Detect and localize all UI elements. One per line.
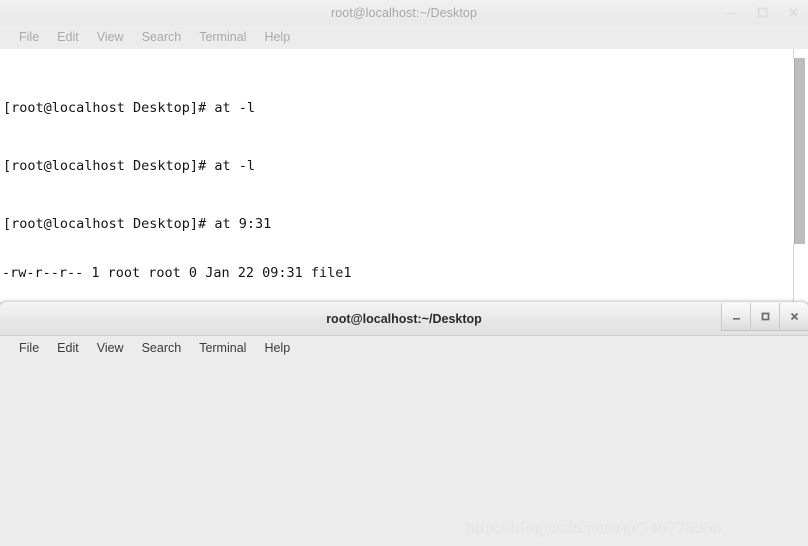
menu-item-file[interactable]: File bbox=[10, 339, 48, 357]
background-window-titlebar[interactable]: root@localhost:~/Desktop bbox=[0, 0, 808, 25]
menu-item-help[interactable]: Help bbox=[255, 339, 299, 357]
menu-item-edit[interactable]: Edit bbox=[48, 339, 88, 357]
menu-item-edit[interactable]: Edit bbox=[48, 28, 88, 46]
background-window-menubar[interactable]: File Edit View Search Terminal Help bbox=[0, 25, 808, 49]
terminal-line: -rw-r--r-- 1 root root 0 Jan 22 09:31 fi… bbox=[2, 265, 352, 282]
foreground-window-titlebar[interactable]: root@localhost:~/Desktop bbox=[0, 302, 808, 336]
minimize-icon[interactable] bbox=[725, 6, 738, 19]
foreground-terminal-output[interactable]: [root@localhost Desktop]# at -l [root@lo… bbox=[0, 58, 790, 244]
watermark-text: http://blog.csdn.net/zgc546775956 bbox=[466, 518, 722, 537]
menu-item-help[interactable]: Help bbox=[255, 28, 299, 46]
menu-item-view[interactable]: View bbox=[88, 28, 133, 46]
close-icon[interactable] bbox=[779, 303, 808, 331]
menu-item-view[interactable]: View bbox=[88, 339, 133, 357]
foreground-window-title: root@localhost:~/Desktop bbox=[326, 311, 482, 326]
terminal-line: [root@localhost Desktop]# at -l bbox=[3, 99, 255, 116]
foreground-terminal-scrollbar[interactable] bbox=[794, 58, 805, 244]
minimize-icon[interactable] bbox=[721, 303, 750, 331]
terminal-line: [root@localhost Desktop]# at 9:31 bbox=[3, 216, 272, 233]
menu-item-terminal[interactable]: Terminal bbox=[190, 339, 255, 357]
foreground-window-menubar[interactable]: File Edit View Search Terminal Help bbox=[0, 336, 808, 360]
menu-item-file[interactable]: File bbox=[10, 28, 48, 46]
foreground-window-controls[interactable] bbox=[721, 303, 808, 331]
close-icon[interactable] bbox=[787, 6, 800, 19]
menu-item-search[interactable]: Search bbox=[133, 28, 191, 46]
background-window-title: root@localhost:~/Desktop bbox=[330, 5, 478, 20]
maximize-icon[interactable] bbox=[750, 303, 779, 331]
background-window-controls[interactable] bbox=[725, 0, 800, 25]
menu-item-search[interactable]: Search bbox=[133, 339, 191, 357]
foreground-terminal-window[interactable]: root@localhost:~/Desktop File Edit View … bbox=[0, 302, 808, 546]
maximize-icon[interactable] bbox=[756, 6, 769, 19]
menu-item-terminal[interactable]: Terminal bbox=[190, 28, 255, 46]
terminal-line: [root@localhost Desktop]# at -l bbox=[3, 158, 255, 175]
